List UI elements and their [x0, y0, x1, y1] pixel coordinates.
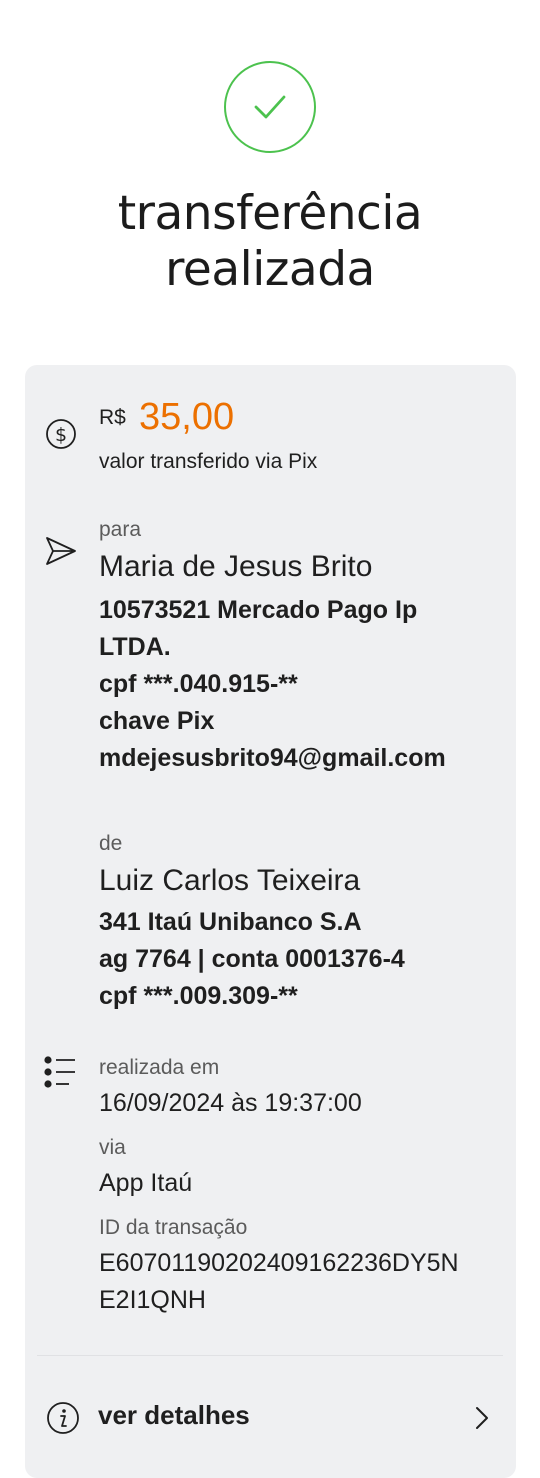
pix-key-value: mdejesusbrito94@gmail.com: [99, 744, 446, 772]
amount-value: 35,00: [139, 396, 235, 438]
recipient-name: Maria de Jesus Brito: [99, 550, 373, 583]
details-label: ver detalhes: [98, 1400, 250, 1430]
sender-account: ag 7764 | conta 0001376-4: [99, 945, 405, 973]
info-icon: [47, 1402, 79, 1434]
page-title: transferência realizada: [0, 186, 540, 298]
sender-bank: 341 Itaú Unibanco S.A: [99, 908, 362, 936]
check-icon: [254, 95, 286, 119]
list-icon: [44, 1056, 75, 1088]
amount-currency: R$: [99, 406, 126, 429]
chevron-right-icon: [476, 1407, 488, 1429]
pix-key-label: chave Pix: [99, 707, 215, 735]
divider: [37, 1355, 503, 1356]
title-line-1: transferência: [117, 186, 423, 241]
date-value: 16/09/2024 às 19:37:00: [99, 1089, 362, 1117]
recipient-label: para: [99, 518, 142, 541]
transaction-id-line-1: E60701190202409162236DY5N: [99, 1249, 459, 1277]
recipient-bank-line-2: LTDA.: [99, 633, 171, 661]
dollar-circle-icon: $: [46, 419, 76, 449]
recipient-cpf: cpf ***.040.915-**: [99, 670, 298, 698]
date-label: realizada em: [99, 1056, 220, 1079]
via-label: via: [99, 1136, 126, 1159]
details-row[interactable]: ver detalhes: [25, 1380, 516, 1455]
amount-caption: valor transferido via Pix: [99, 450, 318, 473]
success-status-icon: [224, 61, 316, 153]
sender-cpf: cpf ***.009.309-**: [99, 982, 298, 1010]
title-line-2: realizada: [165, 242, 375, 297]
sender-name: Luiz Carlos Teixeira: [99, 864, 361, 897]
recipient-bank-line-1: 10573521 Mercado Pago Ip: [99, 596, 418, 624]
transaction-id-label: ID da transação: [99, 1216, 248, 1239]
sender-label: de: [99, 832, 123, 855]
transaction-id-line-2: E2I1QNH: [99, 1286, 206, 1314]
svg-text:$: $: [55, 424, 67, 446]
via-value: App Itaú: [99, 1169, 193, 1197]
send-icon: [46, 537, 76, 565]
